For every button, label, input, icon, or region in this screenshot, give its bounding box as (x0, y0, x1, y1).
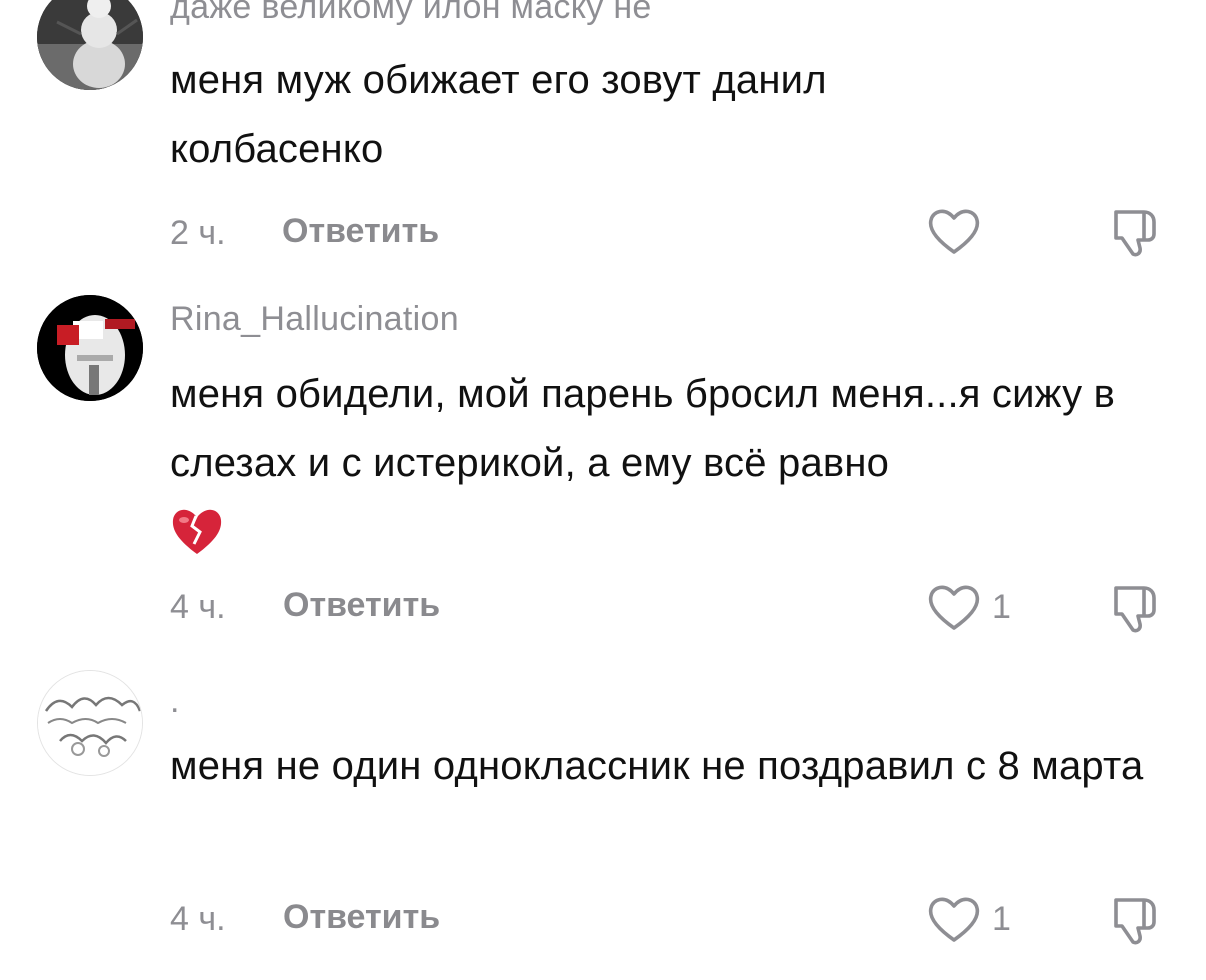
heart-outline-icon (928, 585, 980, 630)
reply-button[interactable]: Ответить (283, 586, 440, 625)
comment-time: 4 ч. (170, 588, 226, 626)
like-button[interactable] (926, 206, 982, 256)
dislike-button[interactable] (1106, 580, 1162, 636)
thumbs-down-icon (1114, 898, 1156, 945)
comment-text: меня муж обижает его зовут данил колбасе… (170, 58, 827, 171)
comment-time: 2 ч. (170, 214, 226, 252)
comment-time: 4 ч. (170, 900, 226, 938)
comment-text-body: меня обидели, мой парень бросил меня...я… (170, 372, 1116, 485)
avatar[interactable] (37, 295, 143, 401)
like-button[interactable] (926, 894, 982, 944)
doodle-avatar-image (38, 671, 142, 775)
dark-avatar-image (37, 295, 143, 401)
thumbs-down-icon (1114, 586, 1156, 633)
heart-outline-icon (928, 209, 980, 254)
reply-button[interactable]: Ответить (283, 898, 440, 937)
reply-button[interactable]: Ответить (282, 212, 439, 251)
comment-username[interactable]: Rina_Hallucination (170, 300, 459, 339)
avatar[interactable] (37, 670, 143, 776)
like-count: 1 (992, 900, 1011, 938)
like-button[interactable] (926, 582, 982, 632)
like-count: 1 (992, 588, 1011, 626)
comment-username[interactable]: даже великому илон маску не (170, 0, 652, 27)
comment-text: меня обидели, мой парень бросил меня...я… (170, 360, 1170, 558)
dislike-button[interactable] (1106, 892, 1162, 948)
comment-text: меня не один одноклассник не поздравил с… (170, 744, 1144, 788)
avatar[interactable] (37, 0, 143, 90)
snowman-avatar-image (37, 0, 143, 90)
heart-outline-icon (928, 897, 980, 942)
thumbs-down-icon (1114, 210, 1156, 257)
dislike-button[interactable] (1106, 204, 1162, 260)
broken-heart-icon (172, 509, 222, 554)
comment-username[interactable]: . (170, 682, 180, 721)
